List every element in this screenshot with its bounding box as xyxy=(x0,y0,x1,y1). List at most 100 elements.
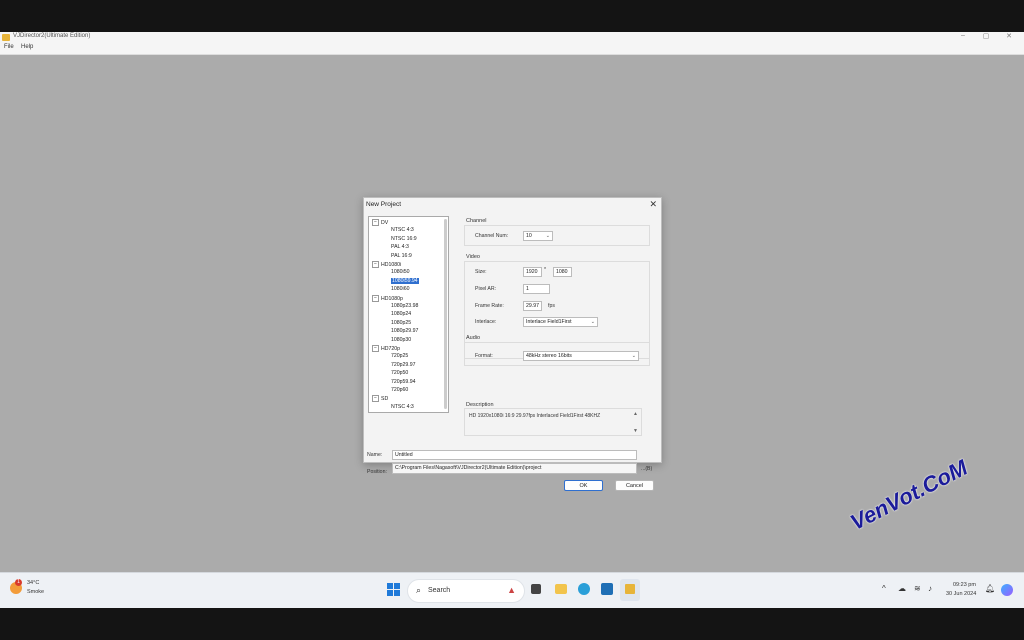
fps-label: fps xyxy=(548,303,555,309)
tree-leaf-node[interactable]: 1080p29.97 xyxy=(391,328,418,335)
description-text: HD 1920x1080i 16:9 29.97fps Interlaced F… xyxy=(469,413,601,419)
tree-group-node[interactable]: − SD xyxy=(372,395,388,403)
tree-leaf-node[interactable]: PAL 4:3 xyxy=(391,244,409,251)
app-titlebar: VJDirector2(Ultimate Edition) – ▢ ✕ xyxy=(0,32,1024,43)
browse-button[interactable]: ...(B) xyxy=(641,466,652,472)
app-icon xyxy=(2,34,10,41)
cloud-icon[interactable]: ☁ xyxy=(898,584,906,593)
channel-num-select[interactable]: 10 ⌄ xyxy=(523,231,553,241)
size-height-input[interactable]: 1080 xyxy=(553,267,572,277)
collapse-toggle-icon[interactable]: − xyxy=(372,261,379,268)
edge-browser-icon[interactable] xyxy=(578,583,590,595)
tree-leaf-node[interactable]: 1080i50 xyxy=(391,269,409,276)
weather-desc: Smoke xyxy=(27,589,45,595)
tree-leaf-node[interactable]: NTSC 4:3 xyxy=(391,404,414,411)
tree-node-label: 720p60 xyxy=(391,387,409,393)
interlace-label: Interlace: xyxy=(475,319,497,325)
tree-node-label: HD1080i xyxy=(381,261,402,268)
menu-help[interactable]: Help xyxy=(21,44,33,50)
menu-bar: File Help xyxy=(0,43,1024,55)
tree-node-label: 1080p25 xyxy=(391,319,412,326)
channel-num-label: Channel Num: xyxy=(475,233,509,239)
collapse-toggle-icon[interactable]: − xyxy=(372,395,379,403)
tree-leaf-node[interactable]: 720p25 xyxy=(391,353,408,360)
interlace-select[interactable]: Interlace Field1First ⌄ xyxy=(523,317,598,327)
search-highlight-icon: ▲ xyxy=(507,585,516,595)
tree-node-label: NTSC 16:9 xyxy=(391,235,417,242)
chevron-up-icon[interactable]: ^ xyxy=(882,584,886,593)
tree-group-node[interactable]: − HD1080i xyxy=(372,261,401,269)
cancel-button[interactable]: Cancel xyxy=(615,480,654,491)
tree-leaf-node[interactable]: 1080i59.94 xyxy=(391,277,419,285)
taskbar-search[interactable]: ⌕ Search ▲ xyxy=(407,579,525,603)
maximize-button[interactable]: ▢ xyxy=(978,32,994,40)
format-tree[interactable]: − DV NTSC 4:3 NTSC 16:9 PAL 4:3 PAL 16:9− HD10… xyxy=(368,216,449,413)
tree-leaf-node[interactable]: 1080p23.98 xyxy=(391,303,418,310)
tree-leaf-node[interactable]: 720p60 xyxy=(391,387,408,394)
menu-file[interactable]: File xyxy=(4,44,14,50)
tree-group-node[interactable]: − DV xyxy=(372,219,388,227)
search-placeholder: Search xyxy=(428,587,451,594)
search-icon: ⌕ xyxy=(416,585,422,595)
description-box: HD 1920x1080i 16:9 29.97fps Interlaced F… xyxy=(464,408,642,436)
tree-node-label: DV xyxy=(381,219,389,226)
copilot-icon[interactable] xyxy=(1001,584,1013,596)
video-group-label: Video xyxy=(466,254,480,260)
store-icon[interactable] xyxy=(601,583,613,595)
bell-icon[interactable]: 🔔︎ xyxy=(985,584,995,593)
scroll-up-icon[interactable]: ▲ xyxy=(633,411,638,417)
tree-leaf-node[interactable]: 1080p25 xyxy=(391,320,411,327)
collapse-toggle-icon[interactable]: − xyxy=(372,294,379,302)
pixel-ar-label: Pixel AR: xyxy=(475,286,497,292)
audio-group-label: Audio xyxy=(466,335,481,341)
tree-node-label: 1080i60 xyxy=(391,286,410,293)
tree-scrollbar[interactable] xyxy=(444,219,447,409)
tree-node-label: 1080p24 xyxy=(391,311,412,318)
tree-leaf-node[interactable]: 720p50 xyxy=(391,370,408,377)
tree-node-label: 720p50 xyxy=(391,370,409,377)
tree-leaf-node[interactable]: 1080p24 xyxy=(391,311,411,318)
clock-time[interactable]: 09:23 pm xyxy=(953,582,976,588)
volume-icon[interactable]: ♪ xyxy=(928,584,932,593)
tree-leaf-node[interactable]: PAL 16:9 xyxy=(391,253,412,260)
tree-node-label: NTSC 4:3 xyxy=(391,227,414,234)
tree-leaf-node[interactable]: 1080p30 xyxy=(391,337,411,344)
pixel-ar-input[interactable]: 1 xyxy=(523,284,550,294)
window-title: VJDirector2(Ultimate Edition) xyxy=(13,33,91,39)
project-name-input[interactable]: Untitled xyxy=(392,450,637,460)
new-project-dialog: New Project ✕ − DV NTSC 4:3 NTSC 16:9 PAL 4:… xyxy=(363,197,662,491)
tree-leaf-node[interactable]: 1080i60 xyxy=(391,286,409,293)
ok-button[interactable]: OK xyxy=(564,480,603,491)
tree-node-label: 1080i50 xyxy=(391,269,410,276)
wifi-icon[interactable]: ≋ xyxy=(914,584,921,593)
workspace: New Project ✕ − DV NTSC 4:3 NTSC 16:9 PAL 4:… xyxy=(0,55,1024,572)
frame-rate-label: Frame Rate: xyxy=(475,303,504,309)
size-width-input[interactable]: 1920 xyxy=(523,267,542,277)
frame-rate-input[interactable]: 29.97 xyxy=(523,301,542,311)
file-explorer-icon[interactable] xyxy=(555,584,567,594)
dialog-close-icon[interactable]: ✕ xyxy=(649,199,657,210)
tree-group-node[interactable]: − HD720p xyxy=(372,345,400,353)
tree-leaf-node[interactable]: 720p59.94 xyxy=(391,379,416,386)
collapse-toggle-icon[interactable]: − xyxy=(372,219,379,226)
windows-start-icon[interactable] xyxy=(387,583,401,597)
project-path-input[interactable]: C:\Program Files\Nagasoft\VJDirector2(Ul… xyxy=(392,463,637,474)
minimize-button[interactable]: – xyxy=(955,32,971,39)
tree-node-label: HD1080p xyxy=(381,295,403,302)
scroll-down-icon[interactable]: ▼ xyxy=(633,428,638,434)
tree-leaf-node[interactable]: NTSC 16:9 xyxy=(391,236,417,243)
clock-date[interactable]: 30 Jun 2024 xyxy=(946,591,976,597)
tree-node-label: SD xyxy=(381,396,389,403)
channel-group-label: Channel xyxy=(466,218,487,224)
tree-leaf-node[interactable]: NTSC 4:3 xyxy=(391,227,414,234)
tree-node-label: 720p59.94 xyxy=(391,378,416,385)
tree-leaf-node[interactable]: 720p29.97 xyxy=(391,362,416,369)
audio-format-select[interactable]: 48kHz stereo 16bits ⌄ xyxy=(523,351,639,361)
tree-node-label: 1080p29.97 xyxy=(391,328,419,335)
taskbar: 1 34°C Smoke ⌕ Search ▲ ^ ☁ ≋ ♪ 09:23 pm… xyxy=(0,572,1024,608)
task-view-icon[interactable] xyxy=(531,584,541,594)
collapse-toggle-icon[interactable]: − xyxy=(372,345,379,352)
tree-group-node[interactable]: − HD1080p xyxy=(372,294,403,303)
weather-badge: 1 xyxy=(15,579,22,586)
close-window-button[interactable]: ✕ xyxy=(1001,32,1017,40)
